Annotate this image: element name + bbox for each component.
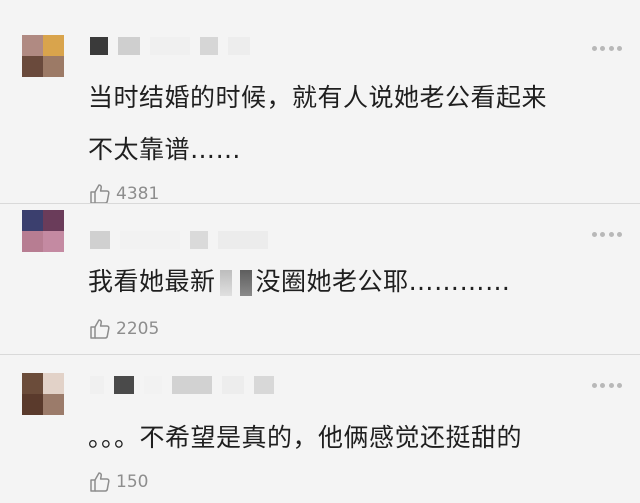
- redacted-text: [239, 270, 252, 296]
- like-button[interactable]: 2205: [88, 316, 159, 342]
- username-blurred[interactable]: [90, 36, 250, 56]
- like-count: 2205: [116, 319, 160, 339]
- comment-item: 我看她最新 没圈她老公耶………… 2205: [0, 204, 640, 354]
- redacted-text: [219, 270, 232, 296]
- like-count: 4381: [116, 184, 160, 204]
- thumbs-up-icon: [90, 319, 110, 339]
- like-button[interactable]: 150: [88, 469, 148, 495]
- comment-item: 当时结婚的时候，就有人说她老公看起来 不太靠谱…… 4381: [0, 0, 640, 204]
- avatar[interactable]: [22, 373, 64, 415]
- comment-item: 。。。不希望是真的，他俩感觉还挺甜的 150: [0, 355, 640, 503]
- comment-text: 我看她最新 没圈她老公耶…………: [88, 267, 511, 296]
- avatar[interactable]: [22, 210, 64, 252]
- username-blurred[interactable]: [90, 230, 268, 250]
- more-dots-icon[interactable]: [592, 379, 622, 391]
- like-count: 150: [116, 472, 149, 492]
- username-blurred[interactable]: [90, 375, 274, 395]
- comment-text: 当时结婚的时候，就有人说她老公看起来 不太靠谱……: [88, 83, 548, 164]
- avatar[interactable]: [22, 35, 64, 77]
- more-dots-icon[interactable]: [592, 42, 622, 54]
- comment-text: 。。。不希望是真的，他俩感觉还挺甜的: [88, 423, 523, 452]
- more-dots-icon[interactable]: [592, 228, 622, 240]
- thumbs-up-icon: [90, 472, 110, 492]
